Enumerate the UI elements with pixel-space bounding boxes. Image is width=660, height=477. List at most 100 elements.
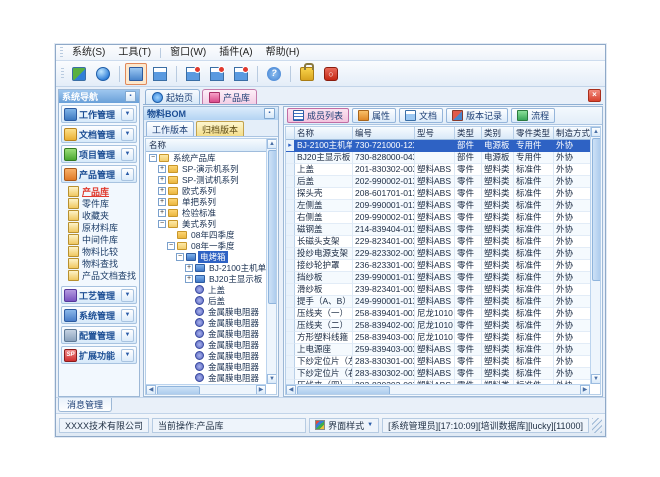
- tree-node[interactable]: 金属膜电阻器: [146, 361, 266, 372]
- tree-node[interactable]: −08年一季度: [146, 240, 266, 251]
- table-row[interactable]: 右侧盖209-990002-01X塑料ABS零件塑料类标准件外协条: [286, 212, 600, 224]
- scroll-up-icon[interactable]: ▲: [591, 127, 601, 137]
- table-row[interactable]: ▸BJ-2100主机单点730-721000-12X部件电源板专用件外协颗: [286, 140, 600, 152]
- tab-product-lib[interactable]: 产品库: [202, 89, 257, 104]
- chevron-down-icon[interactable]: ▼: [121, 309, 134, 322]
- connect-button[interactable]: [68, 63, 90, 85]
- column-header[interactable]: 零件类型: [514, 127, 554, 140]
- close-tab-button[interactable]: ×: [588, 89, 601, 102]
- help-button[interactable]: ?: [263, 63, 285, 85]
- power-button[interactable]: ○: [320, 63, 342, 85]
- chevron-down-icon[interactable]: ▼: [121, 128, 134, 141]
- tree-node[interactable]: +BJ20主显示板: [146, 273, 266, 284]
- expand-icon[interactable]: +: [158, 187, 166, 195]
- expand-icon[interactable]: +: [185, 275, 193, 283]
- table-row[interactable]: 下纱定位片（左）283-830301-00X塑料ABS零件塑料类标准件外协条: [286, 356, 600, 368]
- collapse-icon[interactable]: −: [149, 154, 157, 162]
- message-button[interactable]: [182, 63, 204, 85]
- tree-node[interactable]: 金属膜电阻器: [146, 372, 266, 383]
- table-row[interactable]: 下纱定位片（右）283-830302-00X塑料ABS零件塑料类标准件外协条: [286, 368, 600, 380]
- scroll-left-icon[interactable]: ◀: [286, 385, 296, 395]
- table-row[interactable]: 长磁头支架229-823401-00X塑料ABS零件塑料类标准件外协条: [286, 236, 600, 248]
- detail-tab-version-history[interactable]: 版本记录: [446, 108, 508, 123]
- expand-icon[interactable]: +: [158, 198, 166, 206]
- column-header[interactable]: 名称: [295, 127, 353, 140]
- table-horizontal-scrollbar[interactable]: ◀ ▶: [286, 384, 590, 394]
- table-row[interactable]: 压线夹（二）258-839402-00X尼龙1010零件塑料类标准件外协条: [286, 320, 600, 332]
- tree-node[interactable]: +SP-演示机系列: [146, 163, 266, 174]
- version-tab-working[interactable]: 工作版本: [146, 121, 194, 136]
- column-header[interactable]: 类别: [482, 127, 514, 140]
- tree-node[interactable]: +BJ-2100主机单点: [146, 262, 266, 273]
- tree-node[interactable]: 金属膜电阻器: [146, 339, 266, 350]
- tree-node[interactable]: +欧式系列: [146, 185, 266, 196]
- tree-node[interactable]: 后盖: [146, 295, 266, 306]
- table-row[interactable]: 提手（A、B）249-990001-01X塑料ABS零件塑料类标准件外协条: [286, 296, 600, 308]
- pin-icon[interactable]: ▪: [264, 108, 275, 119]
- message-manager-tab[interactable]: 消息管理: [58, 398, 112, 412]
- scroll-left-icon[interactable]: ◀: [146, 385, 156, 395]
- sidebar-group-ext[interactable]: SP扩展功能▼: [61, 346, 137, 364]
- expand-icon[interactable]: +: [185, 264, 193, 272]
- globe-button[interactable]: [92, 63, 114, 85]
- menu-item-help[interactable]: 帮助(H): [260, 46, 306, 60]
- folder-open-button[interactable]: [125, 63, 147, 85]
- table-row[interactable]: 上电源座259-839403-00X塑料ABS零件塑料类标准件外协条: [286, 344, 600, 356]
- sidebar-item-favorites[interactable]: 收藏夹: [59, 209, 139, 221]
- chevron-up-icon[interactable]: ▲: [121, 168, 134, 181]
- table-row[interactable]: 投纱电源支架229-823302-00X塑料ABS零件塑料类标准件外协条: [286, 248, 600, 260]
- chevron-down-icon[interactable]: ▼: [121, 148, 134, 161]
- table-row[interactable]: 左侧盖209-990001-01X塑料ABS零件塑料类标准件外协条: [286, 200, 600, 212]
- sidebar-item-intermediate-lib[interactable]: 中间件库: [59, 233, 139, 245]
- tree-node[interactable]: 金属膜电阻器: [146, 317, 266, 328]
- detail-tab-properties[interactable]: 属性: [352, 108, 396, 123]
- detail-tab-documents[interactable]: 文档: [399, 108, 443, 123]
- notify-button[interactable]: [206, 63, 228, 85]
- scroll-right-icon[interactable]: ▶: [580, 385, 590, 395]
- sidebar-group-work[interactable]: 工作管理▼: [61, 105, 137, 123]
- scroll-down-icon[interactable]: ▼: [267, 374, 277, 384]
- tree-node[interactable]: 08年四季度: [146, 229, 266, 240]
- table-row[interactable]: 压线夹（一）258-839401-00X尼龙1010零件塑料类标准件外协条: [286, 308, 600, 320]
- collapse-icon[interactable]: −: [167, 242, 175, 250]
- sidebar-group-craft[interactable]: 工艺管理▼: [61, 286, 137, 304]
- tree-node[interactable]: +检验标准: [146, 207, 266, 218]
- sidebar-item-raw-material-lib[interactable]: 原材料库: [59, 221, 139, 233]
- scroll-down-icon[interactable]: ▼: [591, 374, 601, 384]
- tree-node[interactable]: 上盖: [146, 284, 266, 295]
- table-row[interactable]: BJ20主显示板730-828000-04X部件电源板专用件外协颗: [286, 152, 600, 164]
- sidebar-group-config[interactable]: 配置管理▼: [61, 326, 137, 344]
- ui-style-selector[interactable]: 界面样式 ▼: [309, 418, 379, 433]
- menu-item-tools[interactable]: 工具(T): [112, 46, 157, 60]
- tab-home[interactable]: 起始页: [145, 89, 200, 104]
- sidebar-group-product[interactable]: 产品管理▲: [61, 165, 137, 183]
- tree-node[interactable]: 金属膜电阻器: [146, 350, 266, 361]
- sidebar-group-system[interactable]: 系统管理▼: [61, 306, 137, 324]
- sidebar-group-doc[interactable]: 文档管理▼: [61, 125, 137, 143]
- lock-button[interactable]: [296, 63, 318, 85]
- sidebar-item-part-lib[interactable]: 零件库: [59, 197, 139, 209]
- pin-icon[interactable]: ▪: [125, 91, 136, 102]
- sidebar-item-product-lib[interactable]: 产品库: [59, 185, 139, 197]
- windows-button[interactable]: [149, 63, 171, 85]
- table-row[interactable]: 磁钢盖214-839404-01X塑料ABS零件塑料类标准件外协条: [286, 224, 600, 236]
- chevron-down-icon[interactable]: ▼: [121, 108, 134, 121]
- table-row[interactable]: 上盖201-830302-00X塑料ABS零件塑料类标准件外协条: [286, 164, 600, 176]
- tree-node[interactable]: −电烤箱: [146, 251, 266, 262]
- resize-grip[interactable]: [592, 418, 602, 433]
- chevron-down-icon[interactable]: ▼: [121, 289, 134, 302]
- expand-icon[interactable]: +: [158, 209, 166, 217]
- table-row[interactable]: 方形塑料线箍258-839403-00X尼龙1010零件塑料类标准件外协条: [286, 332, 600, 344]
- scrollbar-thumb[interactable]: [157, 386, 200, 395]
- scrollbar-thumb[interactable]: [297, 386, 390, 395]
- expand-icon[interactable]: +: [158, 165, 166, 173]
- version-tab-archived[interactable]: 归档版本: [196, 121, 244, 136]
- task-button[interactable]: [230, 63, 252, 85]
- tree-node[interactable]: 金属膜电阻器: [146, 306, 266, 317]
- chevron-down-icon[interactable]: ▼: [121, 329, 134, 342]
- collapse-icon[interactable]: −: [176, 253, 184, 261]
- detail-tab-member-list[interactable]: 成员列表: [287, 108, 349, 123]
- column-header[interactable]: 类型: [455, 127, 482, 140]
- column-header[interactable]: 制造方式: [554, 127, 592, 140]
- tree-node[interactable]: −系统产品库: [146, 152, 266, 163]
